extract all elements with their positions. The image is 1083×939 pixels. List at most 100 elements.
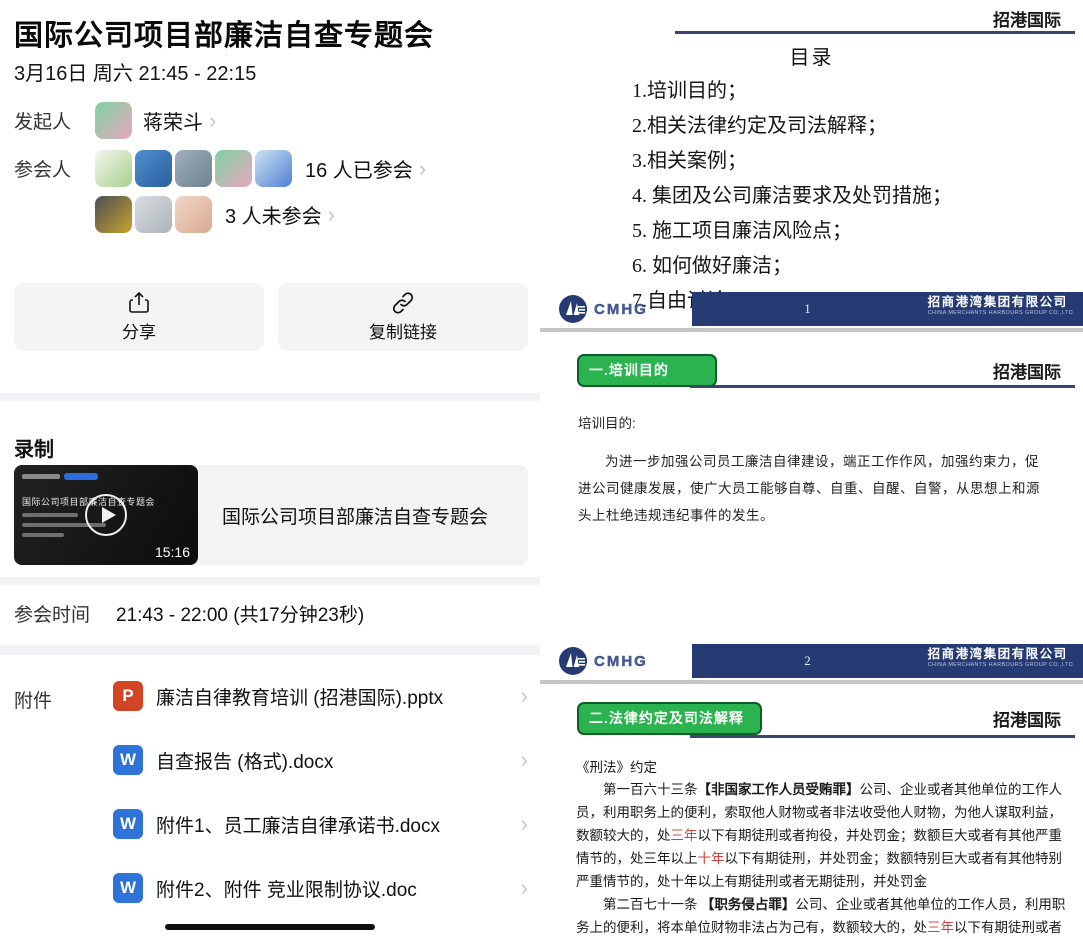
cmhg-logo-text: CMHG	[594, 653, 648, 670]
toc-list: 1.培训目的；2.相关法律约定及司法解释；3.相关案例；4. 集团及公司廉洁要求…	[632, 74, 952, 319]
notjoined-avatar-list	[95, 196, 215, 233]
slides-panel: 招港国际 目录 1.培训目的；2.相关法律约定及司法解释；3.相关案例；4. 集…	[540, 0, 1083, 939]
attachment-list: P 廉洁自律教育培训 (招港国际).pptx › W 自查报告 (格式).doc…	[113, 664, 528, 920]
initiator-row[interactable]: 发起人 蒋荣斗 ›	[14, 102, 216, 139]
footer-bar: 1 招商港湾集团有限公司 CHINA MERCHANTS HARBOURS GR…	[692, 292, 1083, 326]
file-type-icon: W	[113, 809, 143, 839]
attachment-row[interactable]: P 廉洁自律教育培训 (招港国际).pptx ›	[113, 664, 528, 728]
participant-avatar	[95, 150, 132, 187]
footer-shadow-rule	[540, 680, 1083, 684]
home-indicator[interactable]	[165, 924, 375, 930]
chevron-right-icon: ›	[521, 811, 528, 837]
company-name-cn: 招商港湾集团有限公司	[928, 647, 1075, 662]
purpose-heading: 培训目的:	[578, 412, 636, 432]
initiator-label: 发起人	[14, 107, 95, 134]
cmhg-logo-icon	[558, 646, 588, 676]
section-divider	[0, 577, 540, 585]
law-paragraph: 第二百七十一条 【职务侵占罪】公司、企业或者其他单位的工作人员，利用职务上的便利…	[576, 893, 1068, 939]
slide-law: 二.法律约定及司法解释 招港国际 《刑法》约定 第一百六十三条【非国家工作人员受…	[540, 690, 1083, 939]
company-name-en: CHINA MERCHANTS HARBOURS GROUP CO.,LTD.	[928, 662, 1075, 668]
attachment-name: 附件2、附件 竞业限制协议.doc	[156, 875, 417, 902]
play-icon[interactable]	[85, 494, 127, 536]
page-title: 国际公司项目部廉洁自查专题会	[14, 12, 526, 54]
chevron-right-icon: ›	[419, 158, 426, 180]
share-icon	[129, 291, 149, 315]
recording-card[interactable]: 国际公司项目部廉洁自查专题会 15:16 国际公司项目部廉洁自查专题会	[14, 465, 528, 565]
copy-link-button-label: 复制链接	[369, 318, 437, 343]
share-button[interactable]: 分享	[14, 283, 264, 351]
law-text: 第一百六十三条【非国家工作人员受贿罪】公司、企业或者其他单位的工作人员，利用职务…	[576, 778, 1068, 939]
meeting-datetime: 3月16日 周六 21:45 - 22:15	[14, 57, 256, 86]
thumbnail-meta-line	[22, 533, 64, 537]
cmhg-logo-icon	[558, 294, 588, 324]
attachment-name: 附件1、员工廉洁自律承诺书.docx	[156, 811, 440, 838]
section-chip: 二.法律约定及司法解释	[577, 702, 762, 735]
company-name-en: CHINA MERCHANTS HARBOURS GROUP CO.,LTD.	[928, 310, 1075, 316]
meeting-detail-screen: 国际公司项目部廉洁自查专题会 3月16日 周六 21:45 - 22:15 发起…	[0, 0, 1083, 939]
attachment-row[interactable]: W 附件1、员工廉洁自律承诺书.docx ›	[113, 792, 528, 856]
participants-notjoined-row[interactable]: 3 人未参会 ›	[95, 196, 335, 233]
attend-time-row: 参会时间 21:43 - 22:00 (共17分钟23秒)	[14, 600, 364, 627]
participant-avatar	[135, 196, 172, 233]
chevron-right-icon: ›	[521, 747, 528, 773]
chevron-right-icon: ›	[521, 683, 528, 709]
footer-logo: CMHG	[558, 644, 648, 678]
page-number: 2	[692, 644, 923, 678]
slide-toc: 招港国际 目录 1.培训目的；2.相关法律约定及司法解释；3.相关案例；4. 集…	[540, 0, 1083, 336]
attend-time-label: 参会时间	[14, 600, 90, 627]
header-rule	[690, 735, 1075, 738]
attachment-name: 廉洁自律教育培训 (招港国际).pptx	[156, 683, 443, 710]
section-divider	[0, 393, 540, 401]
joined-count: 16 人已参会	[305, 154, 413, 183]
initiator-name: 蒋荣斗	[143, 106, 203, 135]
slide-brand: 招港国际	[993, 6, 1061, 31]
attachment-name: 自查报告 (格式).docx	[156, 747, 333, 774]
slide-purpose: 一.培训目的 招港国际 培训目的: 为进一步加强公司员工廉洁自律建设，端正工作作…	[540, 346, 1083, 684]
slide-footer: CMHG 1 招商港湾集团有限公司 CHINA MERCHANTS HARBOU…	[540, 292, 1083, 326]
section-divider	[0, 645, 540, 655]
file-type-icon: P	[113, 681, 143, 711]
participant-avatar	[175, 196, 212, 233]
link-icon	[391, 291, 415, 315]
chevron-right-icon: ›	[328, 204, 335, 226]
toc-item: 3.相关案例；	[632, 144, 952, 179]
footer-company: 招商港湾集团有限公司 CHINA MERCHANTS HARBOURS GROU…	[928, 647, 1075, 668]
purpose-body: 为进一步加强公司员工廉洁自律建设，端正工作作风，加强约束力，促进公司健康发展，使…	[578, 448, 1050, 529]
law-intro: 《刑法》约定	[576, 756, 657, 776]
copy-link-button[interactable]: 复制链接	[278, 283, 528, 351]
participant-avatar	[215, 150, 252, 187]
footer-bar: 2 招商港湾集团有限公司 CHINA MERCHANTS HARBOURS GR…	[692, 644, 1083, 678]
toc-title: 目录	[540, 41, 1083, 70]
slide-footer: CMHG 2 招商港湾集团有限公司 CHINA MERCHANTS HARBOU…	[540, 644, 1083, 678]
header-rule	[690, 385, 1075, 388]
attend-time-value: 21:43 - 22:00 (共17分钟23秒)	[116, 600, 364, 627]
thumbnail-badges	[22, 473, 98, 480]
chevron-right-icon: ›	[521, 875, 528, 901]
video-thumbnail[interactable]: 国际公司项目部廉洁自查专题会 15:16	[14, 465, 198, 565]
participant-avatar	[175, 150, 212, 187]
law-paragraph: 第一百六十三条【非国家工作人员受贿罪】公司、企业或者其他单位的工作人员，利用职务…	[576, 778, 1068, 893]
footer-logo: CMHG	[558, 292, 648, 326]
toc-item: 1.培训目的；	[632, 74, 952, 109]
meeting-badge-placeholder	[64, 473, 98, 480]
meeting-app-panel: 国际公司项目部廉洁自查专题会 3月16日 周六 21:45 - 22:15 发起…	[0, 0, 540, 939]
joined-avatar-list	[95, 150, 295, 187]
cmhg-logo-text: CMHG	[594, 301, 648, 318]
file-type-icon: W	[113, 873, 143, 903]
chevron-right-icon: ›	[209, 110, 216, 132]
company-name-cn: 招商港湾集团有限公司	[928, 295, 1075, 310]
attachment-row[interactable]: W 附件2、附件 竞业限制协议.doc ›	[113, 856, 528, 920]
app-badge-placeholder	[22, 474, 60, 479]
recording-title: 国际公司项目部廉洁自查专题会	[222, 465, 518, 565]
toc-item: 6. 如何做好廉洁；	[632, 249, 952, 284]
slide-brand: 招港国际	[993, 358, 1061, 383]
share-button-label: 分享	[122, 318, 156, 343]
file-type-icon: W	[113, 745, 143, 775]
attachment-row[interactable]: W 自查报告 (格式).docx ›	[113, 728, 528, 792]
initiator-avatar	[95, 102, 132, 139]
toc-item: 5. 施工项目廉洁风险点；	[632, 214, 952, 249]
participant-avatar	[95, 196, 132, 233]
header-rule	[675, 31, 1075, 34]
participants-joined-row[interactable]: 参会人 16 人已参会 ›	[14, 150, 426, 187]
thumbnail-meta-line	[22, 513, 78, 517]
